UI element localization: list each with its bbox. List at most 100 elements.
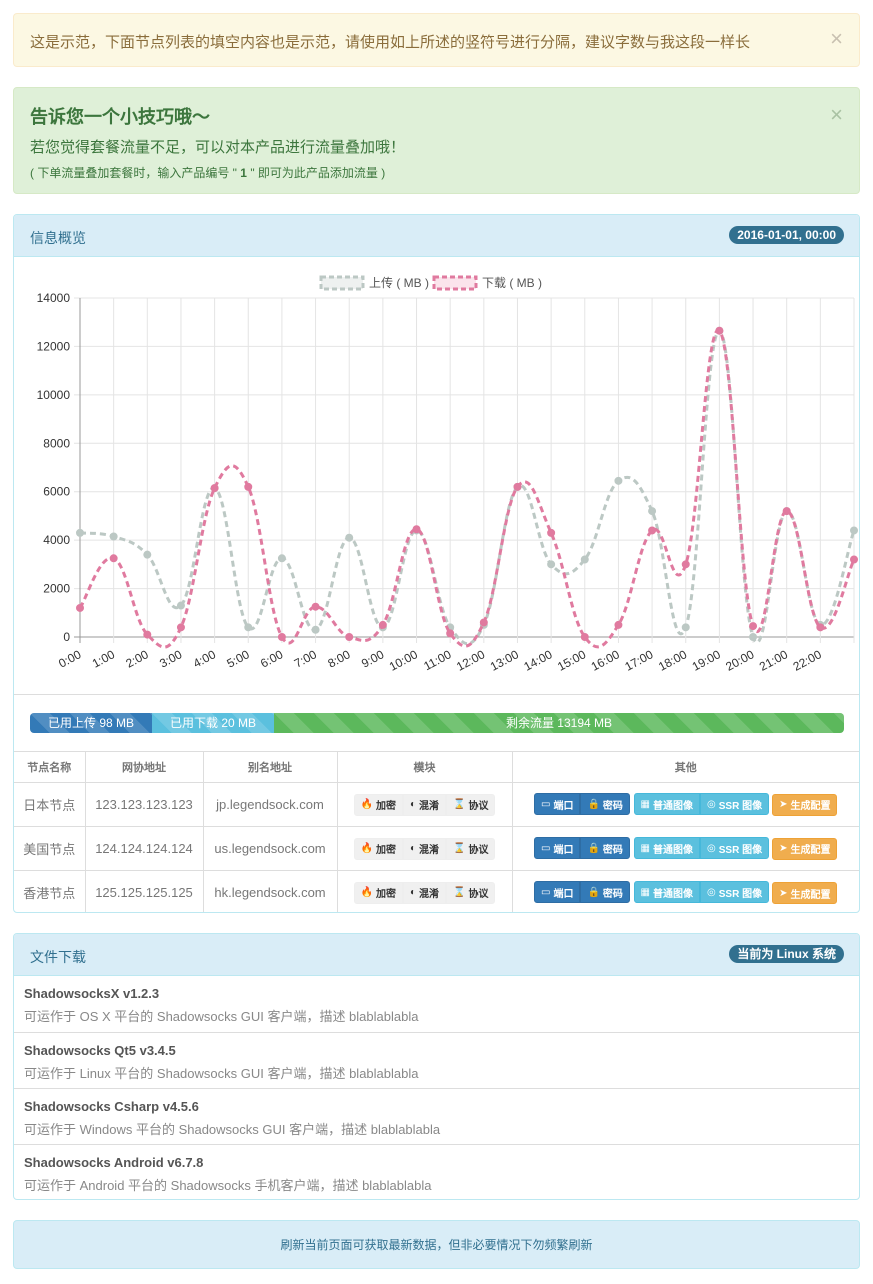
qr-group: ▦ 普通图像 ◎ SSR 图像 — [633, 793, 770, 816]
qr-image-button[interactable]: ▦ 普通图像 — [633, 837, 700, 860]
inbox-icon: ▭ — [541, 798, 551, 810]
timestamp-badge: 2016-01-01, 00:00 — [729, 226, 844, 244]
port-button[interactable]: ▭ 端口 — [534, 837, 581, 860]
port-label: 端口 — [553, 844, 574, 856]
download-item[interactable]: Shadowsocks Csharp v4.5.6 可运作于 Windows 平… — [14, 1088, 859, 1144]
close-icon[interactable]: × — [830, 28, 843, 50]
node-ip: 125.125.125.125 — [85, 870, 204, 912]
data-point — [109, 532, 118, 541]
data-point — [109, 554, 118, 563]
download-item[interactable]: Shadowsocks Android v6.7.8 可运作于 Android … — [14, 1144, 859, 1199]
obfs-button[interactable]: ◐ 混淆 — [402, 793, 447, 816]
x-tick-label: 20:00 — [723, 647, 756, 674]
x-tick-label: 4:00 — [191, 647, 218, 670]
close-icon[interactable]: × — [830, 104, 843, 126]
other-cell: ▭ 端口 🔒 密码 ▦ 普通图像 ◎ SSR 图像 ➤ 生成配置 — [512, 826, 859, 871]
other-cell: ▭ 端口 🔒 密码 ▦ 普通图像 ◎ SSR 图像 ➤ 生成配置 — [512, 782, 859, 827]
inbox-icon: ▭ — [541, 886, 551, 898]
ssr-image-button[interactable]: ◎ SSR 图像 — [700, 837, 770, 860]
x-tick-label: 15:00 — [555, 647, 588, 674]
x-tick-label: 19:00 — [690, 647, 723, 674]
qr-group: ▦ 普通图像 ◎ SSR 图像 — [633, 881, 770, 904]
protocol-button[interactable]: ⌛ 协议 — [446, 881, 496, 904]
overview-title: 信息概览 — [30, 230, 86, 246]
download-item[interactable]: Shadowsocks Qt5 v3.4.5 可运作于 Linux 平台的 Sh… — [14, 1032, 859, 1088]
inbox-icon: ▭ — [541, 842, 551, 854]
eye-slash-icon: ◐ — [409, 887, 417, 899]
x-tick-label: 22:00 — [791, 647, 824, 674]
node-ip: 124.124.124.124 — [85, 826, 204, 871]
ssr-image-button[interactable]: ◎ SSR 图像 — [700, 881, 770, 904]
data-point — [547, 560, 556, 569]
lock-icon: 🔒 — [587, 842, 600, 854]
x-tick-label: 16:00 — [589, 647, 622, 674]
x-tick-label: 0:00 — [56, 647, 83, 670]
password-button[interactable]: 🔒 密码 — [580, 837, 630, 860]
target-icon: ◎ — [707, 798, 716, 810]
download-name[interactable]: ShadowsocksX v1.2.3 — [24, 986, 849, 1001]
data-point — [782, 507, 791, 516]
generate-config-button[interactable]: ➤ 生成配置 — [772, 882, 838, 905]
remaining-bar: 剩余流量 13194 MB — [274, 713, 844, 733]
send-icon: ➤ — [779, 887, 788, 899]
data-point — [311, 625, 320, 634]
overview-header: 信息概览 2016-01-01, 00:00 — [14, 215, 859, 257]
data-point — [580, 555, 589, 564]
download-name[interactable]: Shadowsocks Csharp v4.5.6 — [24, 1099, 849, 1114]
protocol-button[interactable]: ⌛ 协议 — [446, 837, 496, 860]
flame-icon: 🔥 — [360, 843, 373, 854]
os-badge: 当前为 Linux 系统 — [729, 945, 844, 963]
x-tick-label: 3:00 — [157, 647, 184, 670]
tip-title: 告诉您一个小技巧哦～ — [30, 107, 210, 127]
data-point — [143, 550, 152, 559]
module-group: 🔥 加密 ◐ 混淆 ⌛ 协议 — [353, 881, 496, 904]
encrypt-button[interactable]: 🔥 加密 — [353, 793, 403, 816]
other-cell: ▭ 端口 🔒 密码 ▦ 普通图像 ◎ SSR 图像 ➤ 生成配置 — [512, 871, 859, 913]
password-button[interactable]: 🔒 密码 — [580, 881, 630, 904]
protocol-button[interactable]: ⌛ 协议 — [446, 793, 496, 816]
generate-config-label: 生成配置 — [790, 889, 831, 901]
qr-image-button[interactable]: ▦ 普通图像 — [633, 793, 700, 816]
port-button[interactable]: ▭ 端口 — [534, 881, 581, 904]
data-point — [378, 620, 387, 629]
data-point — [176, 623, 185, 632]
node-name: 美国节点 — [14, 826, 86, 871]
traffic-progress: 已用上传 98 MB 已用下载 20 MB 剩余流量 13194 MB — [30, 713, 844, 733]
data-point — [244, 623, 253, 632]
send-icon: ➤ — [779, 843, 788, 855]
generate-config-button[interactable]: ➤ 生成配置 — [772, 837, 838, 860]
ssr-image-button[interactable]: ◎ SSR 图像 — [700, 793, 770, 816]
password-button[interactable]: 🔒 密码 — [580, 793, 630, 816]
table-row: 香港节点 125.125.125.125 hk.legendsock.com 🔥 加密 ◐… — [14, 870, 859, 913]
obfs-label: 混淆 — [419, 845, 440, 856]
x-tick-label: 21:00 — [757, 647, 790, 674]
encrypt-label: 加密 — [375, 845, 396, 856]
downloads-panel: 文件下载 当前为 Linux 系统 ShadowsocksX v1.2.3 可运… — [13, 933, 860, 1200]
x-tick-label: 2:00 — [124, 647, 151, 670]
download-item[interactable]: ShadowsocksX v1.2.3 可运作于 OS X 平台的 Shadow… — [14, 976, 859, 1032]
data-point — [412, 525, 421, 534]
qrcode-icon: ▦ — [640, 842, 650, 854]
generate-config-button[interactable]: ➤ 生成配置 — [772, 793, 838, 816]
data-point — [210, 484, 219, 493]
qr-image-label: 普通图像 — [653, 844, 693, 856]
data-point — [143, 630, 152, 639]
password-label: 密码 — [602, 888, 623, 900]
download-desc: 可运作于 Linux 平台的 Shadowsocks GUI 客户端，描述 bl… — [24, 1066, 419, 1081]
x-tick-label: 14:00 — [521, 647, 554, 674]
hourglass-icon: ⌛ — [453, 799, 466, 810]
download-name[interactable]: Shadowsocks Android v6.7.8 — [24, 1155, 849, 1170]
download-name[interactable]: Shadowsocks Qt5 v3.4.5 — [24, 1043, 849, 1058]
encrypt-button[interactable]: 🔥 加密 — [353, 837, 403, 860]
port-button[interactable]: ▭ 端口 — [534, 793, 581, 816]
qr-image-label: 普通图像 — [653, 800, 693, 812]
data-point — [580, 633, 589, 641]
encrypt-button[interactable]: 🔥 加密 — [353, 881, 403, 904]
x-tick-label: 5:00 — [224, 647, 251, 670]
tip-note-suffix: " 即可为此产品添加流量 ) — [250, 166, 386, 180]
obfs-button[interactable]: ◐ 混淆 — [402, 837, 447, 860]
table-row: 美国节点 124.124.124.124 us.legendsock.com 🔥 加密 ◐… — [14, 826, 859, 871]
obfs-button[interactable]: ◐ 混淆 — [402, 881, 447, 904]
qr-image-button[interactable]: ▦ 普通图像 — [633, 881, 700, 904]
ssr-image-label: SSR 图像 — [718, 844, 763, 856]
